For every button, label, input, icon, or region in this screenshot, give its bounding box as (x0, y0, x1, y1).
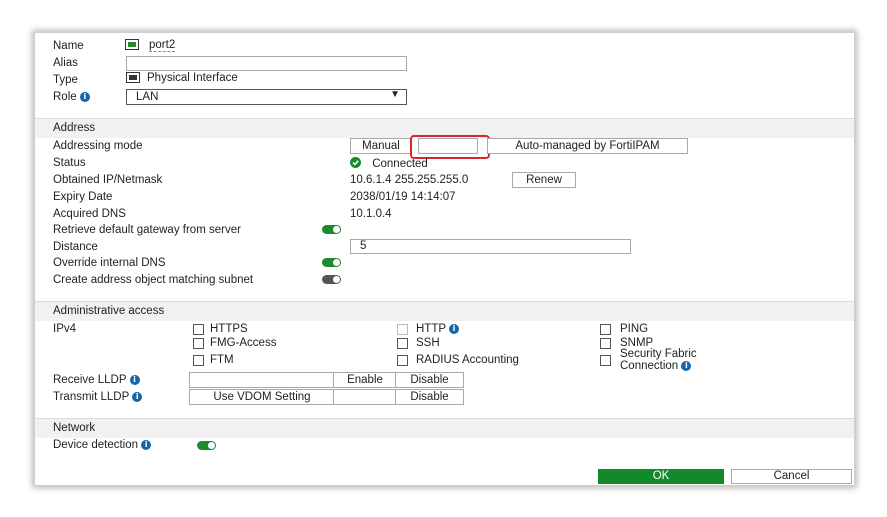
distance-input[interactable]: 5 (350, 239, 631, 254)
obtained-label: Obtained IP/Netmask (53, 174, 163, 186)
role-label: Role i (53, 91, 90, 103)
expiry-label: Expiry Date (53, 191, 113, 203)
security-fabric-label: Security Fabric Connection i (620, 348, 697, 372)
device-detection-toggle[interactable] (197, 441, 216, 450)
ping-label: PING (620, 323, 649, 335)
info-icon[interactable]: i (449, 324, 460, 334)
port-icon (125, 39, 139, 53)
physical-interface-icon (126, 72, 140, 86)
receive-lldp-label: Receive LLDP i (53, 374, 140, 386)
transmit-lldp-label: Transmit LLDP i (53, 391, 143, 403)
security-fabric-checkbox[interactable] (600, 355, 611, 366)
alias-input[interactable] (126, 56, 407, 71)
receive-lldp-disable-button[interactable]: Disable (395, 372, 464, 388)
https-label: HTTPS (210, 323, 248, 335)
distance-label: Distance (53, 241, 98, 253)
alias-label: Alias (53, 57, 78, 69)
name-value: port2 (149, 39, 176, 52)
ftm-checkbox[interactable] (193, 355, 204, 366)
admin-section-header: Administrative access (35, 301, 854, 321)
ping-checkbox[interactable] (600, 324, 611, 335)
create-object-toggle[interactable] (322, 275, 341, 284)
acquired-dns-value: 10.1.0.4 (350, 208, 392, 220)
retrieve-gateway-label: Retrieve default gateway from server (53, 224, 241, 236)
transmit-lldp-vdom-button[interactable]: Use VDOM Setting (189, 389, 335, 405)
addressing-mode-label: Addressing mode (53, 140, 143, 152)
retrieve-gateway-toggle[interactable] (322, 225, 341, 234)
expiry-value: 2038/01/19 14:14:07 (350, 191, 456, 203)
type-value: Physical Interface (147, 72, 238, 84)
https-checkbox[interactable] (193, 324, 204, 335)
info-icon[interactable]: i (129, 375, 140, 385)
info-icon[interactable]: i (132, 392, 143, 402)
fmg-access-checkbox[interactable] (193, 338, 204, 349)
transmit-lldp-disable-button[interactable]: Disable (395, 389, 464, 405)
transmit-lldp-enable-button[interactable]: Enable (333, 389, 397, 405)
ssh-label: SSH (416, 337, 440, 349)
fmg-access-label: FMG-Access (210, 337, 277, 349)
status-value: Connected (350, 157, 428, 170)
renew-button[interactable]: Renew (512, 172, 576, 188)
mode-manual-button[interactable]: Manual (350, 138, 412, 154)
network-section-header: Network (35, 418, 854, 438)
dhcp-highlight (410, 135, 490, 159)
check-circle-icon (350, 157, 361, 168)
radius-accounting-label: RADIUS Accounting (416, 354, 519, 366)
info-icon[interactable]: i (681, 361, 692, 371)
ssh-checkbox[interactable] (397, 338, 408, 349)
override-dns-label: Override internal DNS (53, 257, 166, 269)
radius-accounting-checkbox[interactable] (397, 355, 408, 366)
interface-edit-panel: Name port2 Alias Type Physical Interface… (34, 32, 855, 486)
http-checkbox[interactable] (397, 324, 408, 335)
info-icon[interactable]: i (141, 440, 152, 450)
name-label: Name (53, 40, 84, 52)
chevron-down-icon: ▼ (390, 89, 400, 100)
receive-lldp-vdom-button[interactable]: Use VDOM Setting (189, 372, 335, 388)
create-object-label: Create address object matching subnet (53, 274, 254, 286)
mode-fortiipam-button[interactable]: Auto-managed by FortiIPAM (487, 138, 688, 154)
http-label: HTTP i (416, 323, 460, 335)
distance-value: 5 (360, 240, 367, 252)
device-detection-label: Device detection i (53, 439, 152, 451)
ipv4-label: IPv4 (53, 323, 77, 335)
info-icon[interactable]: i (79, 92, 90, 102)
ok-button[interactable]: OK (598, 469, 724, 484)
receive-lldp-enable-button[interactable]: Enable (333, 372, 397, 388)
type-label: Type (53, 74, 78, 86)
status-label: Status (53, 157, 86, 169)
obtained-value: 10.6.1.4 255.255.255.0 (350, 174, 469, 186)
cancel-button[interactable]: Cancel (731, 469, 852, 484)
snmp-checkbox[interactable] (600, 338, 611, 349)
acquired-dns-label: Acquired DNS (53, 208, 126, 220)
override-dns-toggle[interactable] (322, 258, 341, 267)
role-value: LAN (136, 91, 159, 103)
ftm-label: FTM (210, 354, 234, 366)
role-select[interactable]: LAN ▼ (126, 89, 407, 105)
